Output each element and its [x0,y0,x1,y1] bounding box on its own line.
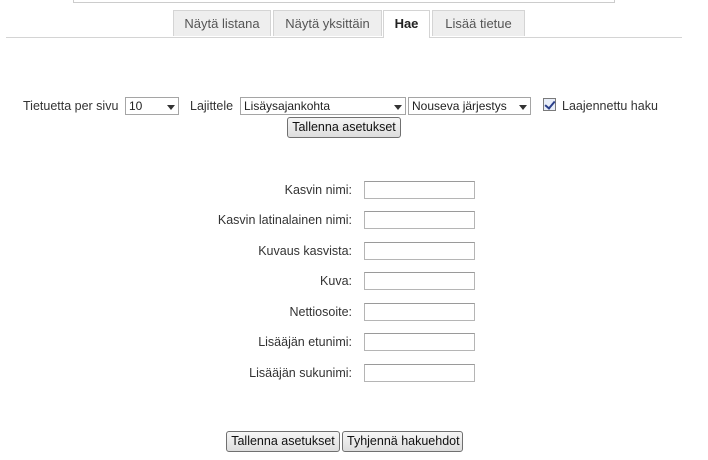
description-label: Kuvaus kasvista: [258,244,352,258]
per-page-label: Tietuetta per sivu [23,99,119,113]
url-input[interactable] [364,303,475,321]
per-page-value: 10 [129,99,143,113]
sort-field-select[interactable]: Lisäysajankohta [240,97,406,115]
settings-row: Tietuetta per sivu 10 Lajittele Lisäysaj… [0,96,708,118]
sort-order-value: Nouseva järjestys [412,99,507,113]
advanced-search-label: Laajennettu haku [562,99,658,113]
checkmark-icon [544,98,556,110]
chevron-down-icon [394,105,402,110]
description-input[interactable] [364,242,475,260]
adder-last-name-label: Lisääjän sukunimi: [249,366,352,380]
latin-name-input[interactable] [364,211,475,229]
advanced-search-checkbox[interactable] [543,98,556,111]
adder-first-name-input[interactable] [364,333,475,351]
adder-last-name-input[interactable] [364,364,475,382]
adder-first-name-label: Lisääjän etunimi: [258,335,352,349]
tab-show-single[interactable]: Näytä yksittäin [273,10,382,36]
tab-bar: Näytä listana Näytä yksittäin Hae Lisää … [6,10,682,38]
latin-name-label: Kasvin latinalainen nimi: [217,213,352,227]
sort-label: Lajittele [190,99,234,113]
save-search-settings-button[interactable]: Tallenna asetukset [226,431,340,452]
image-label: Kuva: [320,274,352,288]
tab-search[interactable]: Hae [383,10,430,38]
sort-field-value: Lisäysajankohta [244,99,331,113]
plant-name-label: Kasvin nimi: [284,183,352,197]
sort-order-select[interactable]: Nouseva järjestys [408,97,531,115]
plant-name-input[interactable] [364,181,475,199]
save-settings-button[interactable]: Tallenna asetukset [287,117,401,138]
top-content-box [73,0,615,3]
image-input[interactable] [364,272,475,290]
tab-add-record[interactable]: Lisää tietue [432,10,525,36]
url-label: Nettiosoite: [289,305,352,319]
chevron-down-icon [519,105,527,110]
chevron-down-icon [167,105,175,110]
clear-search-button[interactable]: Tyhjennä hakuehdot [342,431,463,452]
tab-show-list[interactable]: Näytä listana [173,10,271,36]
per-page-select[interactable]: 10 [125,97,179,115]
